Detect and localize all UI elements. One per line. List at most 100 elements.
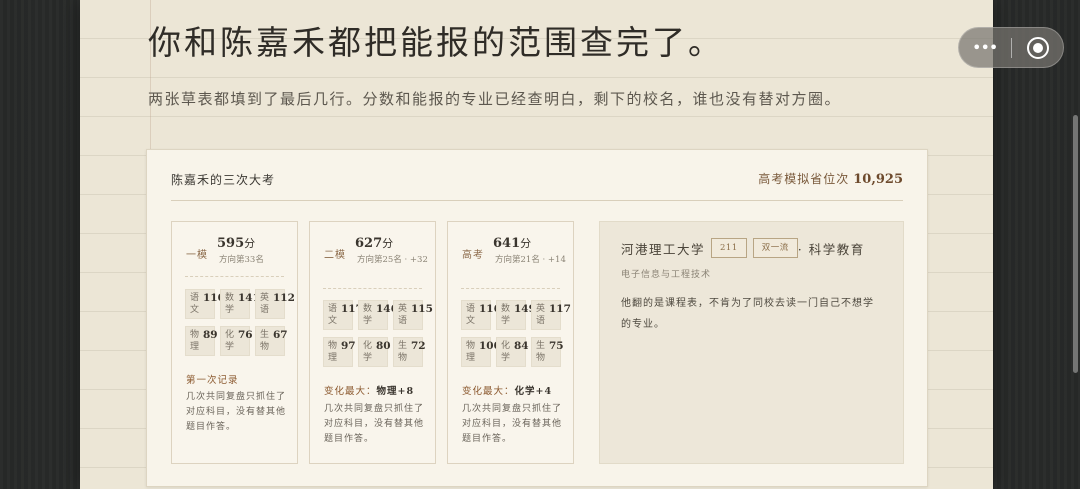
target-circle-icon[interactable] — [1027, 37, 1049, 59]
subject-chip: 英语 115 — [393, 300, 433, 330]
subject-name: 物理 — [190, 330, 200, 352]
divider — [171, 200, 903, 201]
exam-summary-card: 陈嘉禾的三次大考 高考模拟省位次 10,925 一模 595分 方向第33名 语文… — [146, 149, 928, 487]
subject-name: 数学 — [363, 304, 373, 326]
subject-name: 生物 — [536, 341, 546, 363]
note-title-text: 第一次记录 — [186, 375, 239, 386]
subject-name: 物理 — [328, 341, 338, 363]
note-title-text: 变化最大： — [462, 386, 515, 397]
subject-name: 英语 — [398, 304, 408, 326]
capsule-separator — [1011, 38, 1012, 58]
scrollbar[interactable] — [1073, 115, 1078, 373]
exam-card-second-mock[interactable]: 二模 627分 方向第25名 · +32 语文 117 数学 146 英语 115 物… — [309, 221, 436, 464]
subject-chip: 数学 141 — [220, 289, 260, 319]
province-rank-value: 10,925 — [853, 172, 903, 187]
school-note: 他翻的是课程表，不肯为了同校去读一门自己不想学的专业。 — [621, 298, 874, 330]
subject-chip: 化学 84 — [496, 337, 529, 367]
subject-score: 76 — [238, 329, 253, 341]
subject-name: 语文 — [190, 293, 200, 315]
subject-score: 84 — [514, 340, 529, 352]
exam-note: 几次共同复盘只抓住了对应科目，没有替其他题目作答。 — [324, 404, 425, 444]
subject-chip: 物理 97 — [323, 337, 356, 367]
subject-score: 80 — [376, 340, 391, 352]
exam-note-title: 变化最大：物理+8 — [324, 383, 414, 397]
tag-211: 211 — [711, 238, 747, 258]
subject-chip: 英语 112 — [255, 289, 295, 319]
subject-chip: 物理 89 — [185, 326, 218, 356]
subject-name: 数学 — [225, 293, 235, 315]
subject-score: 67 — [273, 329, 288, 341]
exam-score: 641分 — [493, 235, 531, 251]
subject-name: 生物 — [260, 330, 270, 352]
exam-label: 一模 — [186, 250, 208, 261]
exam-label: 高考 — [462, 250, 484, 261]
exam-note: 几次共同复盘只抓住了对应科目，没有替其他题目作答。 — [462, 404, 563, 444]
dashed-divider — [185, 276, 284, 277]
school-header: 河港理工大学 211 双一流 · 科学教育 — [621, 238, 865, 258]
exam-card-gaokao[interactable]: 高考 641分 方向第21名 · +14 语文 116 数学 149 英语 117 物… — [447, 221, 574, 464]
subject-chip: 生物 75 — [531, 337, 564, 367]
school-panel[interactable]: 河港理工大学 211 双一流 · 科学教育 电子信息与工程技术 他翻的是课程表，… — [599, 221, 904, 464]
subject-chip: 语文 110 — [185, 289, 225, 319]
score-value: 595 — [217, 236, 245, 251]
subject-name: 语文 — [328, 304, 338, 326]
subject-chip: 化学 80 — [358, 337, 391, 367]
school-name: 河港理工大学 — [621, 241, 706, 257]
subject-chip: 语文 116 — [461, 300, 501, 330]
subject-name: 数学 — [501, 304, 511, 326]
score-unit: 分 — [244, 237, 256, 250]
top-fragment-text — [150, 0, 300, 4]
note-highlight: 化学+4 — [514, 386, 553, 397]
dashed-divider — [461, 288, 560, 289]
subject-chip: 语文 117 — [323, 300, 363, 330]
exam-label: 二模 — [324, 250, 346, 261]
subject-name: 英语 — [536, 304, 546, 326]
exam-rank: 方向第25名 · +32 — [357, 255, 428, 265]
exam-note: 几次共同复盘只抓住了对应科目，没有替其他题目作答。 — [186, 392, 287, 432]
subject-name: 物理 — [466, 341, 476, 363]
card-title: 陈嘉禾的三次大考 — [171, 173, 276, 187]
subject-chip: 化学 76 — [220, 326, 253, 356]
exam-rank: 方向第21名 · +14 — [495, 255, 566, 265]
subject-chip: 数学 149 — [496, 300, 536, 330]
subject-chip: 生物 72 — [393, 337, 426, 367]
more-dots-icon[interactable]: ••• — [972, 39, 998, 57]
exam-note-title: 变化最大：化学+4 — [462, 383, 552, 397]
school-major: · 科学教育 — [797, 241, 865, 257]
note-title-text: 变化最大： — [324, 386, 377, 397]
subject-name: 化学 — [363, 341, 373, 363]
page-subtitle: 两张草表都填到了最后几行。分数和能报的专业已经查明白，剩下的校名，谁也没有替对方… — [148, 90, 842, 108]
subject-score: 117 — [549, 303, 571, 315]
subject-score: 72 — [411, 340, 426, 352]
subject-name: 语文 — [466, 304, 476, 326]
score-value: 627 — [355, 236, 383, 251]
subject-chip: 物理 100 — [461, 337, 501, 367]
subject-score: 97 — [341, 340, 356, 352]
exam-score: 627分 — [355, 235, 393, 251]
subject-score: 75 — [549, 340, 564, 352]
mini-program-capsule: ••• — [958, 27, 1064, 68]
tag-double-first-class: 双一流 — [752, 238, 798, 258]
subject-name: 英语 — [260, 293, 270, 315]
subject-score: 112 — [273, 292, 295, 304]
page-title: 你和陈嘉禾都把能报的范围查完了。 — [148, 23, 724, 62]
school-department: 电子信息与工程技术 — [621, 270, 712, 280]
note-highlight: 物理+8 — [376, 386, 415, 397]
exam-card-first-mock[interactable]: 一模 595分 方向第33名 语文 110 数学 141 英语 112 物理 89 化学… — [171, 221, 298, 464]
subject-name: 生物 — [398, 341, 408, 363]
subject-name: 化学 — [225, 330, 235, 352]
exam-note-title: 第一次记录 — [186, 372, 239, 386]
subject-score: 89 — [203, 329, 218, 341]
subject-chip: 数学 146 — [358, 300, 398, 330]
subject-chip: 生物 67 — [255, 326, 288, 356]
score-unit: 分 — [382, 237, 394, 250]
exam-rank: 方向第33名 — [219, 255, 264, 265]
province-rank-label: 高考模拟省位次 — [758, 172, 850, 186]
score-unit: 分 — [520, 237, 532, 250]
subject-score: 115 — [411, 303, 433, 315]
subject-chip: 英语 117 — [531, 300, 571, 330]
exam-score: 595分 — [217, 235, 255, 251]
dashed-divider — [323, 288, 422, 289]
score-value: 641 — [493, 236, 521, 251]
subject-name: 化学 — [501, 341, 511, 363]
